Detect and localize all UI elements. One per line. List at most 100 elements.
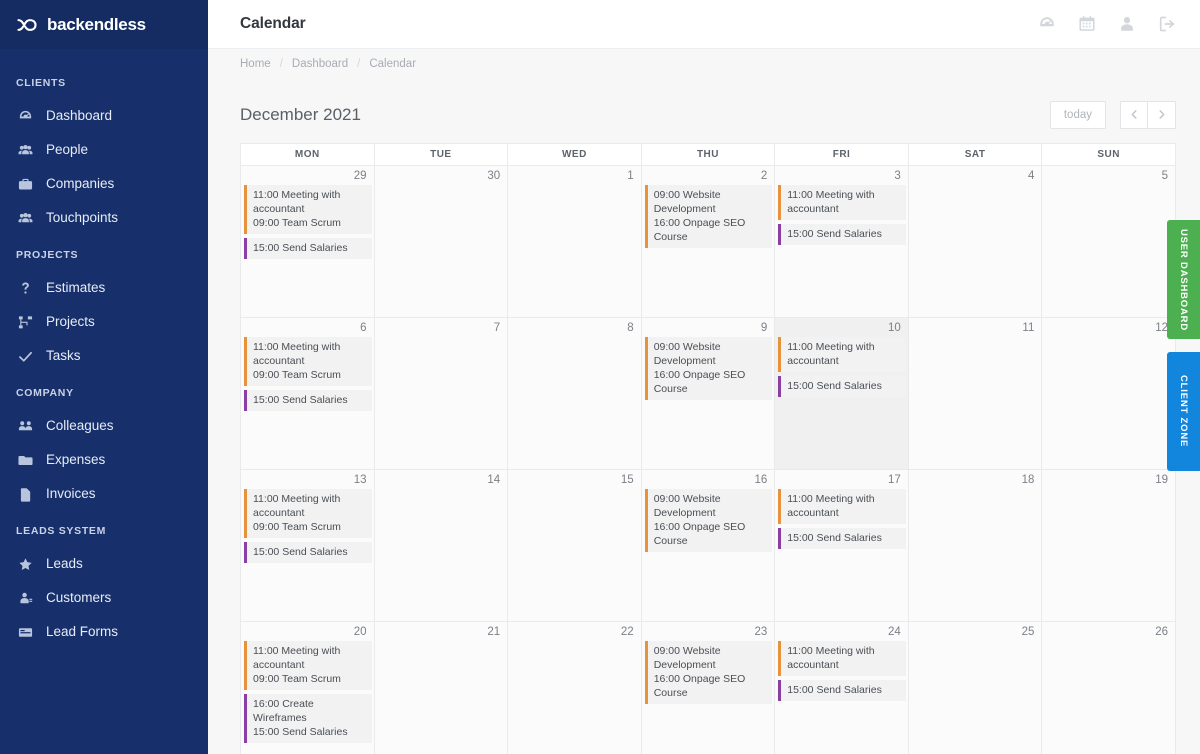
brand-logo[interactable]: backendless: [0, 0, 208, 49]
backendless-logo-icon: [16, 16, 42, 34]
sidebar-item-colleagues[interactable]: Colleagues: [0, 409, 208, 443]
day-number: 26: [1155, 626, 1168, 638]
calendar-event[interactable]: 09:00 Website Development 16:00 Onpage SE…: [644, 489, 773, 552]
calendar-day-cell[interactable]: 3 11:00 Meeting with accountant 15:00 Send…: [774, 165, 909, 318]
sidebar-item-invoices[interactable]: Invoices: [0, 477, 208, 511]
sidebar: backendless CLIENTS Dashboard People Com…: [0, 0, 208, 754]
event-line: 09:00 Team Scrum: [253, 217, 341, 229]
event-line: 16:00 Create Wireframes: [253, 698, 314, 724]
calendar-day-cell[interactable]: 8: [507, 317, 642, 470]
sidebar-item-dashboard[interactable]: Dashboard: [0, 99, 208, 133]
sidebar-section-clients: CLIENTS: [16, 77, 66, 89]
calendar-week-row: 13 11:00 Meeting with accountant 09:00 Tea…: [240, 469, 1176, 622]
day-number: 7: [493, 322, 501, 334]
event-line: 15:00 Send Salaries: [253, 726, 348, 738]
calendar-day-cell[interactable]: 2 09:00 Website Development 16:00 Onpage S…: [640, 165, 776, 318]
user-icon[interactable]: [1118, 15, 1136, 33]
sidebar-item-touchpoints[interactable]: Touchpoints: [0, 201, 208, 235]
breadcrumb-item-dashboard[interactable]: Dashboard: [292, 58, 348, 70]
today-button[interactable]: today: [1049, 101, 1106, 129]
calendar-week-row: 6 11:00 Meeting with accountant 09:00 Team…: [240, 317, 1176, 470]
calendar-event[interactable]: 09:00 Website Development 16:00 Onpage SE…: [644, 337, 773, 400]
calendar-event[interactable]: 11:00 Meeting with accountant: [778, 489, 906, 524]
sidebar-section-leads-system: LEADS SYSTEM: [16, 525, 107, 537]
calendar-day-cell[interactable]: 26: [1041, 621, 1176, 754]
calendar-day-cell[interactable]: 18: [907, 469, 1043, 622]
prev-month-button[interactable]: [1120, 101, 1148, 129]
calendar-day-cell[interactable]: 12: [1041, 317, 1176, 470]
weekday-header-tue: TUE: [373, 143, 509, 166]
calendar-event[interactable]: 11:00 Meeting with accountant: [778, 185, 906, 220]
calendar-day-cell[interactable]: 5: [1041, 165, 1176, 318]
calendar-day-cell[interactable]: 22: [507, 621, 642, 754]
calendar-day-cell[interactable]: 4: [907, 165, 1043, 318]
calendar-day-cell[interactable]: 14: [373, 469, 509, 622]
sidebar-item-label: Lead Forms: [46, 624, 119, 640]
day-events: 09:00 Website Development 16:00 Onpage SE…: [642, 641, 775, 704]
calendar-day-cell[interactable]: 13 11:00 Meeting with accountant 09:00 Tea…: [240, 469, 375, 622]
calendar-day-cell[interactable]: 30: [373, 165, 509, 318]
calendar-day-cell[interactable]: 23 09:00 Website Development 16:00 Onpage …: [640, 621, 776, 754]
calendar-day-cell[interactable]: 10 11:00 Meeting with accountant 15:00 Sen…: [774, 317, 909, 470]
event-line: 15:00 Send Salaries: [787, 684, 882, 696]
calendar-event[interactable]: 11:00 Meeting with accountant 09:00 Team …: [244, 337, 372, 386]
calendar-day-cell[interactable]: 17 11:00 Meeting with accountant 15:00 Sen…: [774, 469, 909, 622]
topbar-icon-group: [1038, 15, 1176, 33]
sidebar-item-tasks[interactable]: Tasks: [0, 339, 208, 373]
event-line: 09:00 Team Scrum: [253, 521, 341, 533]
calendar-week-row: 29 11:00 Meeting with accountant 09:00 Tea…: [240, 165, 1176, 318]
sidebar-item-customers[interactable]: Customers: [0, 581, 208, 615]
event-line: 11:00 Meeting with accountant: [787, 189, 875, 215]
calendar-event[interactable]: 16:00 Create Wireframes 15:00 Send Salari…: [244, 694, 372, 743]
calendar-event[interactable]: 11:00 Meeting with accountant 09:00 Team …: [244, 185, 372, 234]
weekday-header-fri: FRI: [774, 143, 909, 166]
calendar-event[interactable]: 15:00 Send Salaries: [244, 542, 372, 563]
calendar-event[interactable]: 09:00 Website Development 16:00 Onpage SE…: [644, 641, 773, 704]
event-line: 11:00 Meeting with accountant: [253, 341, 341, 367]
calendar-event[interactable]: 11:00 Meeting with accountant: [778, 641, 906, 676]
calendar-event[interactable]: 15:00 Send Salaries: [778, 376, 906, 397]
calendar-day-cell[interactable]: 7: [373, 317, 509, 470]
sidebar-item-projects[interactable]: Projects: [0, 305, 208, 339]
event-line: 15:00 Send Salaries: [787, 380, 882, 392]
event-line: 09:00 Website Development: [653, 189, 721, 215]
sidebar-item-expenses[interactable]: Expenses: [0, 443, 208, 477]
sidebar-item-lead-forms[interactable]: Lead Forms: [0, 615, 208, 649]
calendar-body: 29 11:00 Meeting with accountant 09:00 Tea…: [240, 165, 1176, 754]
calendar-day-cell[interactable]: 29 11:00 Meeting with accountant 09:00 Tea…: [240, 165, 375, 318]
calendar-event[interactable]: 15:00 Send Salaries: [244, 238, 372, 259]
calendar-day-cell[interactable]: 21: [373, 621, 509, 754]
calendar-event[interactable]: 09:00 Website Development 16:00 Onpage SE…: [644, 185, 773, 248]
calendar-event[interactable]: 11:00 Meeting with accountant 09:00 Team …: [244, 489, 372, 538]
dashboard-icon[interactable]: [1038, 15, 1056, 33]
calendar-event[interactable]: 15:00 Send Salaries: [778, 224, 906, 245]
calendar-day-cell[interactable]: 20 11:00 Meeting with accountant 09:00 Tea…: [240, 621, 375, 754]
calendar-icon[interactable]: [1078, 15, 1096, 33]
calendar-event[interactable]: 15:00 Send Salaries: [244, 390, 372, 411]
calendar-day-cell[interactable]: 25: [907, 621, 1043, 754]
logout-icon[interactable]: [1158, 15, 1176, 33]
calendar-day-cell[interactable]: 19: [1041, 469, 1176, 622]
calendar-day-cell[interactable]: 6 11:00 Meeting with accountant 09:00 Team…: [240, 317, 375, 470]
calendar-event[interactable]: 11:00 Meeting with accountant 09:00 Team …: [244, 641, 372, 690]
next-month-button[interactable]: [1148, 101, 1176, 129]
calendar-day-cell[interactable]: 16 09:00 Website Development 16:00 Onpage …: [640, 469, 776, 622]
calendar-event[interactable]: 15:00 Send Salaries: [778, 680, 906, 701]
sidebar-item-companies[interactable]: Companies: [0, 167, 208, 201]
day-number: 12: [1155, 322, 1168, 334]
calendar-day-cell[interactable]: 9 09:00 Website Development 16:00 Onpage S…: [640, 317, 776, 470]
calendar-day-cell[interactable]: 1: [507, 165, 642, 318]
touchpoints-icon: [16, 210, 34, 226]
sidebar-item-leads[interactable]: Leads: [0, 547, 208, 581]
calendar-day-cell[interactable]: 11: [907, 317, 1043, 470]
sidebar-item-estimates[interactable]: Estimates: [0, 271, 208, 305]
side-tab-user-dashboard[interactable]: USER DASHBOARD: [1167, 220, 1200, 339]
calendar-event[interactable]: 11:00 Meeting with accountant: [778, 337, 906, 372]
sidebar-item-label: Invoices: [46, 486, 96, 502]
breadcrumb-item-home[interactable]: Home: [240, 58, 271, 70]
sidebar-item-people[interactable]: People: [0, 133, 208, 167]
calendar-event[interactable]: 15:00 Send Salaries: [778, 528, 906, 549]
calendar-day-cell[interactable]: 15: [507, 469, 642, 622]
calendar-day-cell[interactable]: 24 11:00 Meeting with accountant 15:00 Sen…: [774, 621, 909, 754]
side-tab-client-zone[interactable]: CLIENT ZONE: [1167, 352, 1200, 471]
